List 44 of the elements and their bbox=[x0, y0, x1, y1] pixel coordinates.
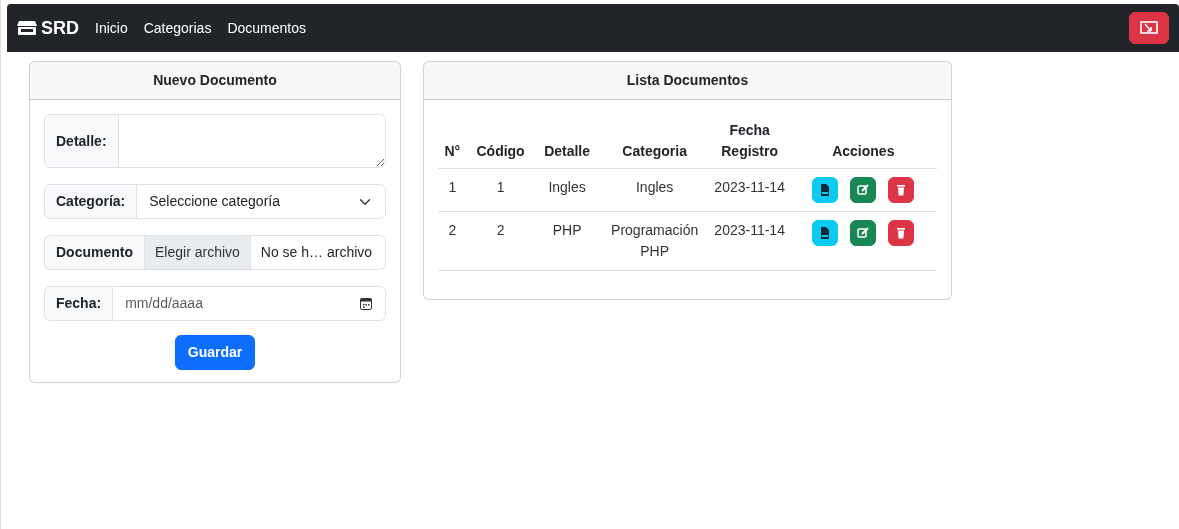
view-pdf-button[interactable] bbox=[812, 177, 839, 203]
table-cell: 2 bbox=[438, 211, 467, 271]
edit-icon bbox=[856, 183, 871, 197]
nav-link[interactable]: Documentos bbox=[227, 17, 306, 39]
edit-button[interactable] bbox=[850, 220, 877, 246]
column-header: Categoria bbox=[599, 114, 710, 169]
card-title: Nuevo Documento bbox=[30, 62, 400, 100]
column-header: Acciones bbox=[789, 114, 937, 169]
save-button[interactable]: Guardar bbox=[174, 335, 256, 370]
column-header: N° bbox=[438, 114, 467, 169]
field-label: Detalle: bbox=[44, 114, 119, 168]
view-pdf-button[interactable] bbox=[812, 220, 839, 246]
choose-file-button[interactable]: Elegir archivo bbox=[144, 235, 251, 270]
delete-button[interactable] bbox=[888, 220, 915, 246]
nav-link[interactable]: Categorias bbox=[143, 17, 212, 39]
detail-field[interactable] bbox=[117, 114, 386, 168]
table-cell: PHP bbox=[534, 211, 600, 271]
table-cell: 1 bbox=[438, 168, 467, 212]
table-cell: 1 bbox=[466, 168, 535, 212]
card-title: Lista Documentos bbox=[424, 62, 951, 100]
table-cell: Programación PHP bbox=[599, 211, 710, 271]
date-field[interactable]: mm/dd/aaaa bbox=[112, 286, 386, 321]
table-cell: 2023-11-14 bbox=[709, 211, 790, 271]
edit-button[interactable] bbox=[850, 177, 877, 203]
screen-icon bbox=[1140, 21, 1158, 35]
field-label: Categoría: bbox=[44, 184, 138, 219]
delete-button[interactable] bbox=[888, 177, 915, 203]
table-cell: 2023-11-14 bbox=[709, 168, 790, 212]
edit-icon bbox=[856, 226, 871, 240]
field-label: Documento bbox=[44, 235, 144, 270]
table-cell: 2 bbox=[466, 211, 535, 271]
logout-button[interactable] bbox=[1129, 12, 1169, 44]
table-cell: Ingles bbox=[534, 168, 600, 212]
column-header: Detalle bbox=[534, 114, 600, 169]
category-select[interactable]: Seleccione categoría bbox=[136, 184, 386, 219]
nav-link[interactable]: Inicio bbox=[95, 17, 128, 39]
column-header: Fecha Registro bbox=[709, 114, 790, 169]
field-label: Fecha: bbox=[44, 286, 114, 321]
table-cell: Ingles bbox=[599, 168, 710, 212]
brand-name[interactable]: SRD bbox=[41, 14, 79, 42]
column-header: Código bbox=[466, 114, 535, 169]
file-name: No se h… archivo bbox=[250, 235, 386, 270]
calendar-icon[interactable] bbox=[360, 297, 372, 310]
store-icon bbox=[17, 20, 37, 36]
